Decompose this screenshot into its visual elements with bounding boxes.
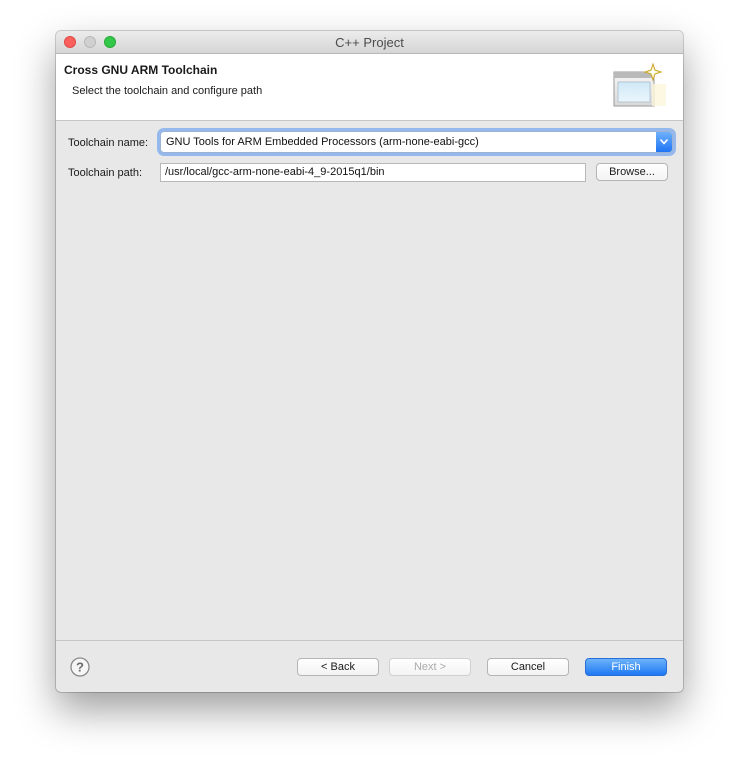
dialog-window: C++ Project Cross GNU ARM Toolchain Sele… [56,31,683,692]
back-button[interactable]: < Back [297,658,379,676]
chevron-down-icon[interactable] [656,132,672,152]
toolchain-name-label: Toolchain name: [68,137,149,149]
finish-button[interactable]: Finish [585,658,667,676]
next-button[interactable]: Next > [389,658,471,676]
window-title: C++ Project [335,35,404,50]
new-wizard-icon [612,62,668,112]
toolchain-path-value: /usr/local/gcc-arm-none-eabi-4_9-2015q1/… [165,166,385,178]
toolchain-name-select[interactable]: GNU Tools for ARM Embedded Processors (a… [160,131,673,153]
footer-divider [56,640,683,641]
cancel-button[interactable]: Cancel [487,658,569,676]
help-icon[interactable]: ? [70,657,90,677]
toolchain-name-value: GNU Tools for ARM Embedded Processors (a… [166,136,479,148]
toolchain-path-label: Toolchain path: [68,167,142,179]
page-subtitle: Select the toolchain and configure path [72,85,263,97]
page-title: Cross GNU ARM Toolchain [64,63,218,77]
wizard-header: Cross GNU ARM Toolchain Select the toolc… [56,54,683,121]
title-bar[interactable]: C++ Project [56,31,683,54]
browse-button[interactable]: Browse... [596,163,668,181]
toolchain-path-field[interactable]: /usr/local/gcc-arm-none-eabi-4_9-2015q1/… [160,163,586,182]
svg-text:?: ? [76,660,84,675]
